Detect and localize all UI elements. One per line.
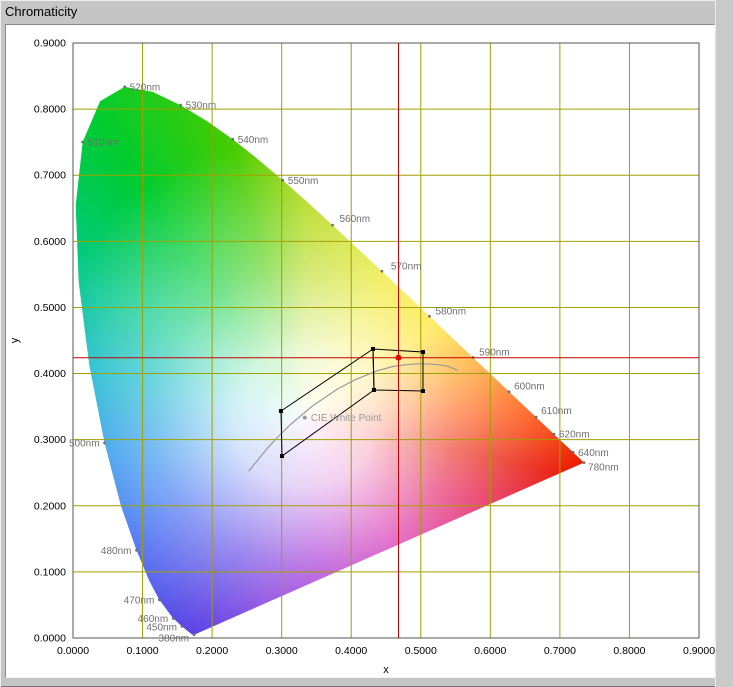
svg-text:y: y: [9, 337, 21, 343]
svg-text:0.8000: 0.8000: [613, 645, 645, 657]
titlebar: Chromaticity: [0, 0, 733, 24]
svg-text:0.2000: 0.2000: [196, 645, 228, 657]
svg-text:0.1000: 0.1000: [34, 566, 66, 578]
chromaticity-panel: 0.0000 0.1000 0.2000 0.3000 0.4000 0.5000 0.60…: [5, 24, 715, 678]
svg-text:480nm: 480nm: [101, 546, 132, 557]
chromaticity-window: Chromaticity 0.0000 0.1000 0.2000 0.3000 0.4…: [0, 0, 733, 687]
svg-text:0.0000: 0.0000: [57, 645, 89, 657]
svg-text:0.7000: 0.7000: [544, 645, 576, 657]
svg-text:0.6000: 0.6000: [474, 645, 506, 657]
svg-text:0.8000: 0.8000: [34, 104, 66, 116]
svg-text:0.4000: 0.4000: [335, 645, 367, 657]
svg-text:460nm: 460nm: [138, 614, 169, 625]
svg-text:580nm: 580nm: [435, 306, 466, 317]
svg-text:0.3000: 0.3000: [34, 434, 66, 446]
svg-text:0.6000: 0.6000: [34, 236, 66, 248]
svg-text:600nm: 600nm: [514, 382, 545, 393]
svg-text:540nm: 540nm: [238, 135, 269, 146]
svg-text:0.2000: 0.2000: [34, 500, 66, 512]
svg-text:380nm: 380nm: [159, 634, 190, 645]
svg-text:470nm: 470nm: [124, 595, 155, 606]
svg-text:0.9000: 0.9000: [683, 645, 715, 657]
window-right-strip: [715, 0, 733, 687]
svg-text:570nm: 570nm: [391, 261, 422, 272]
svg-text:530nm: 530nm: [186, 101, 217, 112]
svg-text:0.5000: 0.5000: [34, 302, 66, 314]
svg-text:0.3000: 0.3000: [266, 645, 298, 657]
svg-text:0.9000: 0.9000: [34, 38, 66, 50]
svg-text:0.1000: 0.1000: [126, 645, 158, 657]
window-title: Chromaticity: [5, 4, 77, 19]
svg-text:500nm: 500nm: [69, 438, 100, 449]
svg-text:780nm: 780nm: [588, 463, 619, 474]
svg-text:0.4000: 0.4000: [34, 368, 66, 380]
svg-text:620nm: 620nm: [559, 430, 590, 441]
svg-text:640nm: 640nm: [578, 448, 609, 459]
svg-text:0.0000: 0.0000: [34, 633, 66, 645]
gamut-horseshoe: [73, 43, 699, 638]
svg-text:0.7000: 0.7000: [34, 170, 66, 182]
svg-text:450nm: 450nm: [146, 622, 177, 633]
svg-text:0.5000: 0.5000: [405, 645, 437, 657]
svg-text:560nm: 560nm: [340, 214, 371, 225]
svg-text:610nm: 610nm: [541, 406, 572, 417]
svg-text:x: x: [383, 664, 389, 676]
svg-text:590nm: 590nm: [479, 348, 510, 359]
svg-text:550nm: 550nm: [288, 176, 319, 187]
